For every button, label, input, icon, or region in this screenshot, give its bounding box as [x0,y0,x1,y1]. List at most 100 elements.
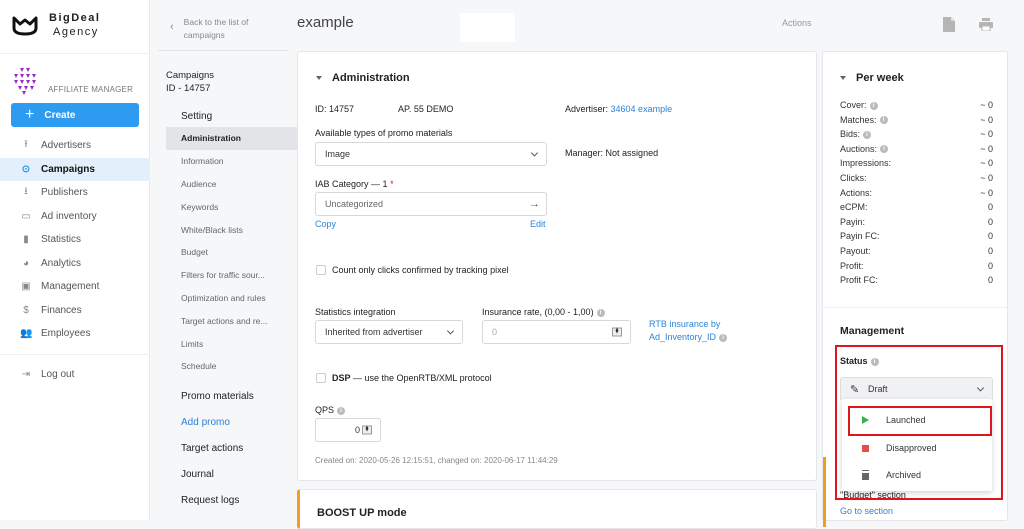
window-icon: ▭ [21,210,31,222]
info-icon[interactable]: i [869,101,878,110]
spinner-icon[interactable]: ▴ ▾ [362,425,372,435]
subnav-request-logs[interactable]: Request logs [166,488,297,514]
stat-value: ~ 0 [980,158,993,169]
insurance-label: Insurance rate, (0,00 - 1,00) i [482,307,605,317]
iab-label: IAB Category — 1 * [315,179,394,189]
subnav-item-budget[interactable]: Budget [166,241,297,264]
stats-integration-select[interactable]: Inherited from advertiser [315,320,463,344]
management-title: Management [840,325,905,337]
spinner-icon[interactable]: ▴ ▾ [612,327,622,337]
campaign-title-line1: Campaigns [166,70,215,81]
create-button[interactable]: + Create [11,103,139,127]
chevron-down-icon [530,149,539,157]
page-title: example [297,14,354,31]
download-icon: ⭳ [24,186,28,198]
sidebar-item-publishers[interactable]: ⭳ Publishers [0,181,150,205]
launched-highlight-box [848,406,992,436]
sidebar-item-label: Management [41,281,100,293]
add-promo-link[interactable]: Add promo [166,410,297,436]
back-line1: Back to the list of [183,17,249,27]
dsp-checkbox[interactable] [316,373,326,383]
arrow-right-icon[interactable]: → [529,198,540,210]
sidebar-item-label: Campaigns [41,163,95,175]
edit-link[interactable]: Edit [530,219,546,229]
sidebar-item-management[interactable]: ▣ Management [0,275,150,299]
sidebar-item-statistics[interactable]: ▮ Statistics [0,228,150,252]
stat-label: Matches: [840,114,877,125]
stats-integration-value: Inherited from advertiser [325,327,423,337]
print-icon[interactable] [979,18,993,31]
dsp-label: DSP — use the OpenRTB/XML protocol [332,373,492,383]
boost-up-title[interactable]: BOOST UP mode [317,507,407,519]
subnav-item-information[interactable]: Information [166,150,297,173]
subnav-item-keywords[interactable]: Keywords [166,195,297,218]
stat-row: Payin FC: 0 [840,231,993,241]
subnav-item-limits[interactable]: Limits [166,332,297,355]
stat-label: Cover: [840,100,867,110]
stat-value: ~ 0 [980,100,993,110]
stat-label: eCPM: [840,202,868,213]
sidebar: BigDeal Agency AFFILIATE MANAGER + Creat… [0,0,150,520]
sidebar-item-employees[interactable]: 👥 Employees [0,322,150,346]
sidebar-item-finances[interactable]: $ Finances [0,299,150,323]
subnav-list: Setting Administration Information Audie… [166,105,297,514]
logout-button[interactable]: ⇥ Log out [0,363,150,387]
info-icon[interactable]: i [596,308,605,317]
count-clicks-checkbox[interactable] [316,265,326,275]
required-marker: * [390,179,394,189]
subnav-item-schedule[interactable]: Schedule [166,355,297,378]
people-icon: 👥 [20,328,33,340]
subnav-item-audience[interactable]: Audience [166,173,297,196]
brand-logo[interactable]: BigDeal Agency [0,0,149,54]
subnav-target-actions[interactable]: Target actions [166,436,297,462]
insurance-rate-input[interactable]: 0 ▴ ▾ [482,320,631,344]
stat-row: Clicks: ~ 0 [840,173,993,183]
sidebar-item-campaigns[interactable]: ⊙ Campaigns [0,157,150,181]
rtb-insurance-link[interactable]: RTB insurance by Ad_Inventory_ID i [649,318,728,344]
back-to-list-link[interactable]: ‹ Back to the list of campaigns [170,16,248,42]
create-label: Create [44,109,76,121]
subnav-item-administration[interactable]: Administration [166,127,297,150]
advertiser-label: Advertiser: [565,104,609,114]
iab-category-input[interactable]: Uncategorized → [315,192,547,216]
manager-label: Manager: [565,148,604,158]
subnav-divider [158,50,288,51]
info-icon[interactable]: i [879,116,888,125]
count-clicks-label: Count only clicks confirmed by tracking … [332,265,509,275]
rtb-link-line1: RTB insurance by [649,319,721,329]
info-icon[interactable]: i [880,145,889,154]
copy-link[interactable]: Copy [315,219,336,229]
subnav-setting[interactable]: Setting [166,105,297,127]
stat-label-wrap: Cover: i [840,100,878,110]
sidebar-item-ad-inventory[interactable]: ▭ Ad inventory [0,205,150,229]
stat-row: Matches: i ~ 0 [840,115,993,125]
pie-chart-icon: ◕ [22,257,30,269]
promo-types-select[interactable]: Image [315,142,547,166]
administration-card: Administration ID: 14757 AP. 55 DEMO Adv… [297,51,817,481]
subnav-item-filters[interactable]: Filters for traffic sour... [166,264,297,287]
manager-value: Not assigned [605,148,659,158]
subnav-item-target-actions-rules[interactable]: Target actions and re... [166,309,297,332]
qps-input[interactable]: 0 ▴ ▾ [315,418,381,442]
manager-row: Manager: Not assigned [565,148,658,158]
document-icon[interactable] [943,17,955,32]
stat-label-wrap: Auctions: i [840,144,889,154]
per-week-header[interactable]: Per week [840,72,904,84]
rtb-link-line2: Ad_Inventory_ID [649,332,717,342]
subnav-promo-materials[interactable]: Promo materials [166,384,297,410]
subnav-item-optimization[interactable]: Optimization and rules [166,287,297,310]
ap-text: AP. 55 DEMO [398,104,454,114]
sidebar-item-advertisers[interactable]: ⭱ Advertisers [0,134,150,158]
go-to-section-link[interactable]: Go to section [840,506,893,516]
sidebar-item-analytics[interactable]: ◕ Analytics [0,252,150,276]
stat-value: 0 [987,260,993,271]
subnav-item-white-black-lists[interactable]: White/Black lists [166,218,297,241]
info-icon[interactable]: i [863,130,872,139]
per-week-title: Per week [856,72,904,84]
subnav-journal[interactable]: Journal [166,462,297,488]
advertiser-link[interactable]: 34604 example [611,104,673,114]
sidebar-item-label: Advertisers [41,140,92,152]
info-icon[interactable]: i [337,406,346,415]
administration-header[interactable]: Administration [316,72,410,84]
info-icon[interactable]: i [719,333,728,342]
